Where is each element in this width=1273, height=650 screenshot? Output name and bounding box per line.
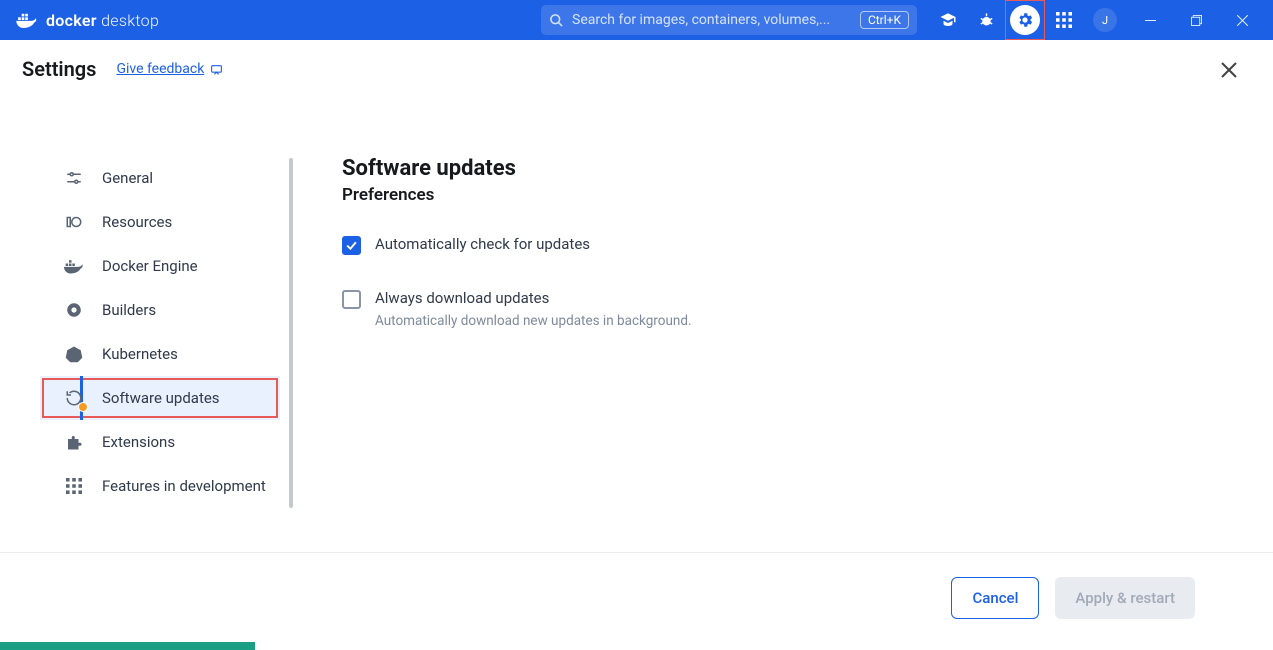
option-description: Automatically download new updates in ba… [375, 313, 692, 329]
always-download-checkbox[interactable] [342, 290, 361, 309]
sidebar-item-label: General [102, 169, 153, 187]
sidebar-item-label: Builders [102, 301, 156, 319]
titlebar: docker desktop Search for images, contai… [0, 0, 1273, 40]
settings-body: General Resources Docker Engine Builders… [0, 98, 1273, 550]
app-logo: docker desktop [16, 11, 159, 30]
option-label: Always download updates [375, 289, 692, 307]
status-bar-accent [0, 642, 255, 650]
sidebar-item-label: Kubernetes [102, 345, 178, 363]
settings-button[interactable] [1010, 5, 1040, 35]
feedback-icon [210, 63, 223, 76]
window-minimize[interactable] [1127, 0, 1173, 40]
sidebar-item-extensions[interactable]: Extensions [0, 420, 293, 464]
sidebar-scrollbar[interactable] [289, 158, 293, 508]
settings-button-highlight [1005, 0, 1045, 40]
sidebar-item-label: Docker Engine [102, 257, 198, 275]
close-settings-button[interactable] [1213, 54, 1245, 86]
update-badge-icon [78, 402, 88, 412]
option-label: Automatically check for updates [375, 235, 590, 253]
sidebar-item-label: Features in development [102, 477, 266, 495]
sliders-icon [64, 168, 84, 188]
sidebar-item-label: Extensions [102, 433, 175, 451]
whale-icon [16, 12, 38, 28]
titlebar-actions: J [929, 0, 1265, 40]
sidebar-item-software-updates[interactable]: Software updates [40, 376, 280, 420]
settings-header: Settings Give feedback [0, 40, 1273, 98]
search-input[interactable]: Search for images, containers, volumes,.… [541, 5, 917, 35]
account-avatar[interactable]: J [1083, 0, 1127, 40]
search-shortcut: Ctrl+K [860, 11, 909, 29]
section-subtitle: Preferences [342, 185, 1273, 205]
sidebar-item-label: Resources [102, 213, 172, 231]
sidebar-item-builders[interactable]: Builders [0, 288, 293, 332]
cancel-button[interactable]: Cancel [951, 577, 1039, 619]
settings-main: Software updates Preferences Automatical… [293, 98, 1273, 550]
bug-button[interactable] [967, 0, 1005, 40]
puzzle-icon [64, 432, 84, 452]
grid-icon [64, 476, 84, 496]
apps-grid-button[interactable] [1045, 0, 1083, 40]
resources-icon [64, 212, 84, 232]
auto-check-checkbox[interactable] [342, 236, 361, 255]
sidebar-item-features-dev[interactable]: Features in development [0, 464, 293, 508]
option-auto-check: Automatically check for updates [342, 235, 1273, 255]
settings-sidebar: General Resources Docker Engine Builders… [0, 98, 293, 550]
feedback-link[interactable]: Give feedback [116, 61, 223, 77]
learn-button[interactable] [929, 0, 967, 40]
search-placeholder: Search for images, containers, volumes,.… [572, 12, 852, 28]
whale-icon [64, 256, 84, 276]
page-title: Settings [22, 57, 96, 81]
sidebar-item-label: Software updates [102, 389, 220, 407]
apply-restart-button[interactable]: Apply & restart [1055, 577, 1195, 619]
kubernetes-icon [64, 344, 84, 364]
search-icon [549, 13, 564, 28]
sidebar-item-resources[interactable]: Resources [0, 200, 293, 244]
sidebar-item-docker-engine[interactable]: Docker Engine [0, 244, 293, 288]
section-title: Software updates [342, 156, 1273, 181]
window-maximize[interactable] [1173, 0, 1219, 40]
app-name: docker desktop [46, 11, 159, 30]
sidebar-item-general[interactable]: General [0, 156, 293, 200]
wrench-icon [64, 300, 84, 320]
sidebar-item-kubernetes[interactable]: Kubernetes [0, 332, 293, 376]
settings-footer: Cancel Apply & restart [0, 552, 1273, 642]
option-always-download: Always download updates Automatically do… [342, 289, 1273, 329]
window-close[interactable] [1219, 0, 1265, 40]
